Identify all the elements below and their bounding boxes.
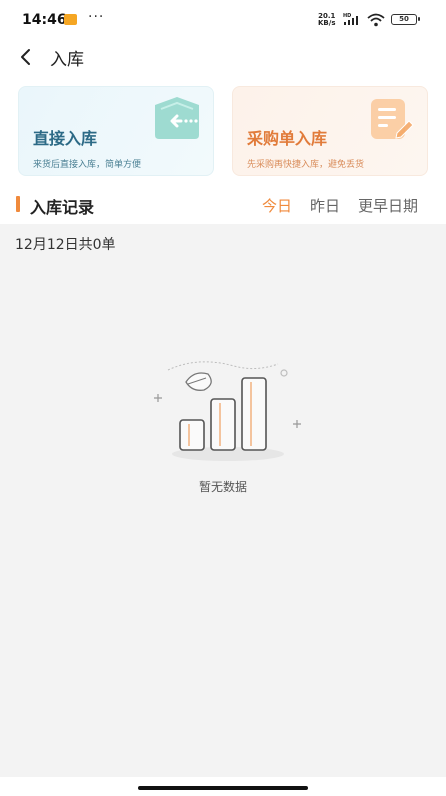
nav-bar: 入库 <box>0 40 446 74</box>
empty-state-illustration-icon <box>138 358 308 468</box>
records-header: 入库记录 今日 昨日 更早日期 <box>0 192 446 218</box>
empty-state-text: 暂无数据 <box>198 480 247 494</box>
gallery-notification-icon <box>64 14 77 25</box>
network-speed: 20.1 KB/s <box>318 13 335 27</box>
document-edit-icon <box>367 97 417 143</box>
tab-today[interactable]: 今日 <box>262 195 292 216</box>
direct-inbound-card[interactable]: 直接入库 来货后直接入库，简单方便 <box>18 86 214 176</box>
card-title: 采购单入库 <box>247 129 328 148</box>
tab-yesterday[interactable]: 昨日 <box>310 195 340 216</box>
wifi-icon <box>367 12 385 27</box>
card-title: 直接入库 <box>33 129 98 148</box>
chevron-left-icon[interactable] <box>14 44 38 70</box>
more-notifications-icon: ··· <box>88 9 105 25</box>
tab-earlier-dates[interactable]: 更早日期 <box>358 195 418 216</box>
home-indicator[interactable] <box>138 786 308 790</box>
inbound-arrow-icon <box>151 95 203 141</box>
status-time: 14:46 <box>22 12 67 28</box>
card-subtitle: 来货后直接入库，简单方便 <box>33 160 142 170</box>
hd-label: HD <box>343 13 351 19</box>
section-accent-bar <box>16 196 20 212</box>
records-section-title: 入库记录 <box>30 198 95 217</box>
signal-icon: HD <box>341 11 361 25</box>
page-title: 入库 <box>50 50 84 70</box>
battery-icon: 50 <box>391 14 420 25</box>
records-summary: 12月12日共0单 <box>15 237 116 253</box>
status-bar: 14:46 ··· 20.1 KB/s HD 50 <box>0 0 446 40</box>
purchase-order-inbound-card[interactable]: 采购单入库 先采购再快捷入库，避免丢货 <box>232 86 428 176</box>
card-subtitle: 先采购再快捷入库，避免丢货 <box>247 160 365 170</box>
network-speed-unit: KB/s <box>318 19 336 27</box>
records-list: 12月12日共0单 暂无数据 <box>0 224 446 777</box>
